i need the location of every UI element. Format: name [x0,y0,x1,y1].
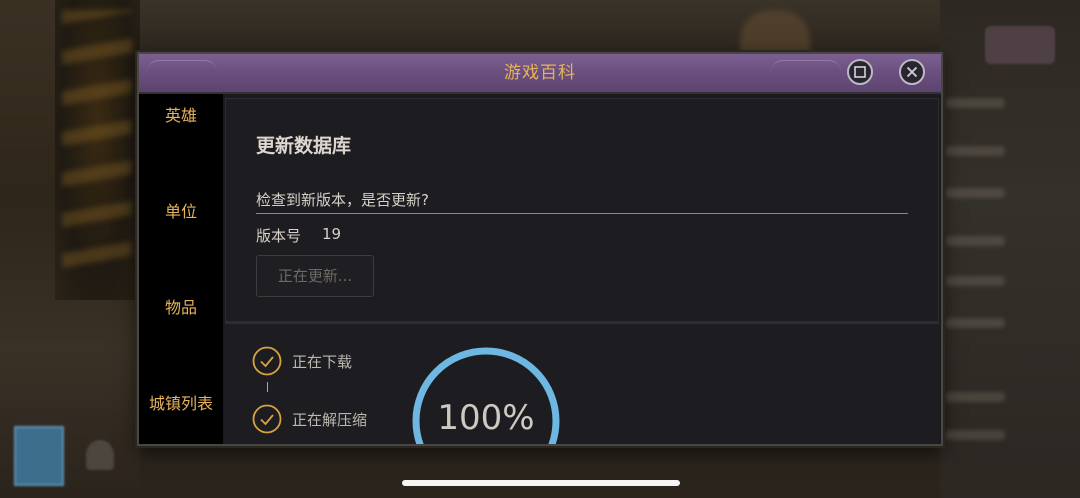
background-figure [740,10,810,54]
check-circle-icon [252,404,282,434]
background-banner-calligraphy [62,10,132,280]
version-label: 版本号 [256,227,302,245]
background-person-icon [86,440,114,470]
dialog-title: 游戏百科 [504,63,576,83]
background-menu-line [945,236,1005,246]
updating-button[interactable]: 正在更新... [256,255,374,297]
sidebar-item-units[interactable]: 单位 [139,192,223,232]
sidebar-item-heroes[interactable]: 英雄 [139,96,223,136]
maximize-icon [854,66,866,78]
home-indicator[interactable] [402,480,680,486]
background-portrait-icon [14,426,64,486]
background-menu-line [945,276,1005,286]
close-button[interactable] [899,59,925,85]
check-circle-icon [252,346,282,376]
update-prompt: 检查到新版本，是否更新? [256,191,429,209]
background-menu-line [945,98,1005,108]
step-decompressing: 正在解压缩 [252,404,452,434]
version-value: 19 [322,225,342,243]
background-chip [985,26,1055,64]
encyclopedia-dialog: 游戏百科 英雄 单位 物品 城镇列表 更新数据库 检查到新版本，是否更新? 版本… [137,52,943,446]
sidebar-item-items[interactable]: 物品 [139,288,223,328]
background-menu-line [945,146,1005,156]
background-menu-line [945,318,1005,328]
background-menu-line [945,188,1005,198]
update-database-panel: 更新数据库 检查到新版本，是否更新? 版本号 19 正在更新... [225,98,939,322]
step-connector [267,382,268,392]
section-title: 更新数据库 [256,135,352,157]
background-menu-line [945,430,1005,440]
step-label: 正在解压缩 [292,411,368,429]
step-downloading: 正在下载 [252,346,452,376]
background-right [940,0,1080,498]
sidebar-item-town-list[interactable]: 城镇列表 [139,384,223,424]
step-label: 正在下载 [292,353,353,371]
background-top [140,0,940,54]
maximize-button[interactable] [847,59,873,85]
dialog-titlebar: 游戏百科 [139,54,941,94]
prompt-divider [256,213,908,214]
background-menu-line [945,392,1005,402]
close-icon [906,66,918,78]
category-sidebar: 英雄 单位 物品 城镇列表 [139,94,223,444]
